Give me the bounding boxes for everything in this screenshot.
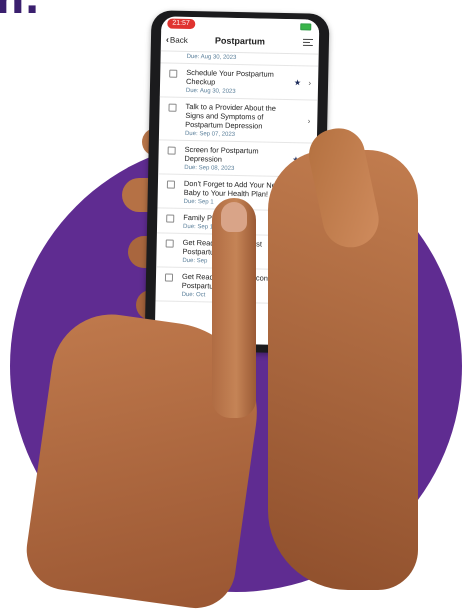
page-title: Postpartum [161,34,319,47]
task-due-date: Due: Sep 07, 2023 [185,131,293,139]
task-title: Schedule Your Postpartum Checkup [186,68,294,88]
status-time: 21:57 [167,19,195,30]
task-due-date: Due: Aug 30, 2023 [186,88,294,96]
chevron-right-icon: › [308,78,311,87]
task-checkbox[interactable] [168,104,176,112]
fingernail [221,202,247,232]
task-checkbox[interactable] [168,147,176,155]
navigation-bar: ‹Back Postpartum [161,30,319,54]
task-checkbox[interactable] [166,240,174,248]
task-checkbox[interactable] [169,70,177,78]
task-checkbox[interactable] [166,215,174,223]
partial-heading-text: n. [0,0,40,20]
filter-list-icon[interactable] [303,38,313,47]
battery-icon [300,23,311,30]
star-icon[interactable]: ★ [294,78,301,87]
pointing-index-finger [212,198,256,418]
task-item[interactable]: Talk to a Provider About the Signs and S… [159,97,318,143]
task-title: Talk to a Provider About the Signs and S… [185,102,294,131]
task-due-date: Due: Sep 08, 2023 [184,165,292,173]
chevron-right-icon: › [308,116,311,125]
task-checkbox[interactable] [167,181,175,189]
task-checkbox[interactable] [165,274,173,282]
task-item[interactable]: Schedule Your Postpartum Checkup Due: Au… [160,63,319,100]
task-title: Screen for Postpartum Depression [184,145,292,165]
